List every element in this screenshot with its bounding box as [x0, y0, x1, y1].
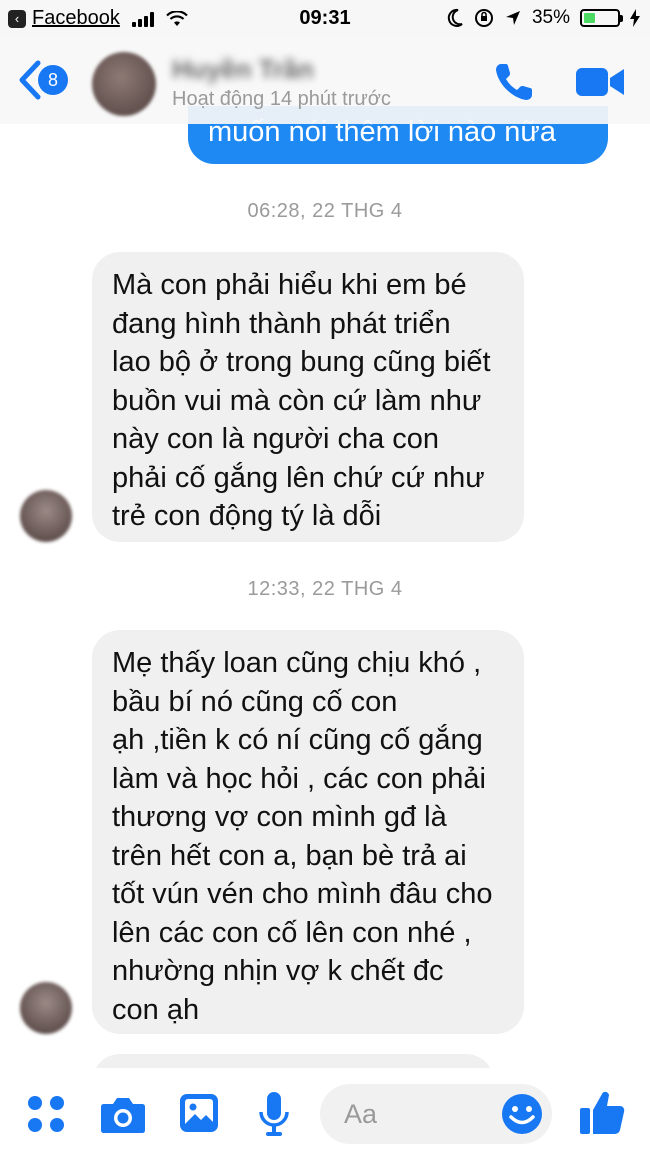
contact-avatar-small[interactable] — [20, 490, 72, 542]
message-composer — [0, 1068, 650, 1158]
contact-avatar[interactable] — [92, 52, 156, 116]
gallery-icon[interactable] — [178, 1092, 220, 1134]
video-camera-icon[interactable] — [574, 64, 626, 100]
received-message-bubble[interactable]: Mà con phải hiểu khi em bé đang hình thàn… — [92, 252, 524, 542]
message-text-line: trẻ con động tý là dỗi — [112, 500, 382, 532]
battery-percent: 35% — [531, 7, 570, 28]
status-bar: ‹ Facebook 09:31 35% — [0, 0, 650, 38]
orientation-lock-icon — [474, 9, 493, 27]
message-text-line: nhường nhịn vợ k chết đc — [112, 955, 444, 987]
message-text-line: này con là người cha con — [112, 423, 440, 455]
charging-icon — [630, 9, 640, 27]
message-text-line: bầu bí nó cũng cố con — [112, 685, 398, 718]
thumbs-up-icon[interactable] — [578, 1088, 626, 1136]
message-timestamp: 12:33, 22 THG 4 — [247, 578, 403, 600]
phone-icon[interactable] — [492, 60, 536, 104]
message-input[interactable] — [344, 1098, 494, 1130]
location-icon — [505, 11, 520, 25]
status-right: 35% — [446, 7, 640, 29]
message-text-line: Mà con phải hiểu khi em bé — [112, 269, 467, 301]
message-text-line: con ạh — [112, 993, 200, 1026]
message-text-line: đang hình thành phát triển — [112, 307, 451, 340]
battery-icon — [580, 9, 623, 27]
message-text-line: buồn vui mà còn cứ làm như — [112, 384, 482, 417]
back-button[interactable]: 8 — [16, 60, 68, 100]
camera-icon[interactable] — [100, 1094, 146, 1134]
message-text-line: tốt vún vén cho mình đâu cho — [112, 878, 493, 910]
message-text-line: làm và học hỏi , các con phải — [112, 762, 486, 795]
message-text-line: trên hết con a, bạn bè trả ai — [112, 839, 467, 872]
microphone-icon[interactable] — [258, 1090, 290, 1138]
message-text-line: lên các con cố lên con nhé , — [112, 916, 472, 949]
message-timestamp: 06:28, 22 THG 4 — [247, 200, 403, 222]
conversation-header: 8 Huyền Trần Hoạt động 14 phút trước — [0, 38, 650, 124]
contact-name[interactable]: Huyền Trần — [172, 54, 314, 85]
battery-fill — [584, 13, 596, 23]
apps-grid-icon[interactable] — [26, 1094, 66, 1134]
contact-active-status: Hoạt động 14 phút trước — [172, 88, 391, 110]
message-text-line: ạh ,tiền k có ní cũng cố gắng — [112, 724, 483, 756]
do-not-disturb-icon — [447, 8, 463, 27]
received-message-bubble[interactable]: Mẹ thấy loan cũng chịu khó , bầu bí nó cũ… — [92, 630, 524, 1034]
message-text-line: phải cố gắng lên chứ cứ như — [112, 461, 485, 494]
message-text-line: lao bộ ở trong bung cũng biết — [112, 346, 491, 378]
message-text-line: Mẹ thấy loan cũng chịu khó , — [112, 647, 482, 679]
emoji-icon[interactable] — [500, 1092, 544, 1136]
contact-avatar-small[interactable] — [20, 982, 72, 1034]
message-text-line: thương vợ con mình gđ là — [112, 801, 447, 833]
unread-count-badge[interactable]: 8 — [38, 65, 68, 95]
